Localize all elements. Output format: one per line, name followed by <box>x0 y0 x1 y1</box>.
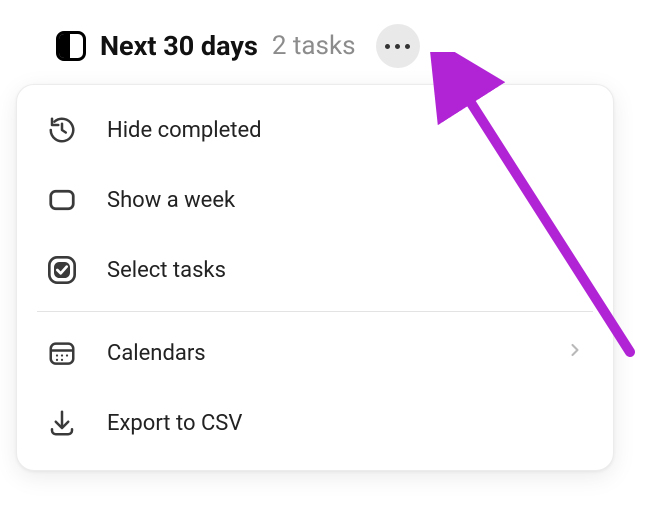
menu-separator <box>37 311 593 312</box>
page-title: Next 30 days <box>100 30 258 62</box>
download-icon <box>45 406 79 440</box>
menu-item-select-tasks[interactable]: Select tasks <box>17 235 613 305</box>
history-back-icon <box>45 113 79 147</box>
more-options-button[interactable] <box>376 24 420 68</box>
board-icon <box>56 31 86 61</box>
ellipsis-icon <box>385 44 410 49</box>
menu-label: Show a week <box>107 188 585 213</box>
menu-label: Calendars <box>107 341 537 366</box>
options-menu: Hide completed Show a week Select tasks <box>16 84 614 471</box>
chevron-right-icon <box>565 340 585 366</box>
menu-label: Export to CSV <box>107 411 585 436</box>
menu-item-export-csv[interactable]: Export to CSV <box>17 388 613 458</box>
calendar-icon <box>45 336 79 370</box>
page-header: Next 30 days 2 tasks <box>0 0 658 76</box>
menu-item-calendars[interactable]: Calendars <box>17 318 613 388</box>
menu-item-hide-completed[interactable]: Hide completed <box>17 95 613 165</box>
select-checkbox-icon <box>45 253 79 287</box>
menu-item-show-week[interactable]: Show a week <box>17 165 613 235</box>
week-rectangle-icon <box>45 183 79 217</box>
task-count-label: 2 tasks <box>272 31 356 61</box>
menu-label: Hide completed <box>107 118 585 143</box>
menu-label: Select tasks <box>107 258 585 283</box>
